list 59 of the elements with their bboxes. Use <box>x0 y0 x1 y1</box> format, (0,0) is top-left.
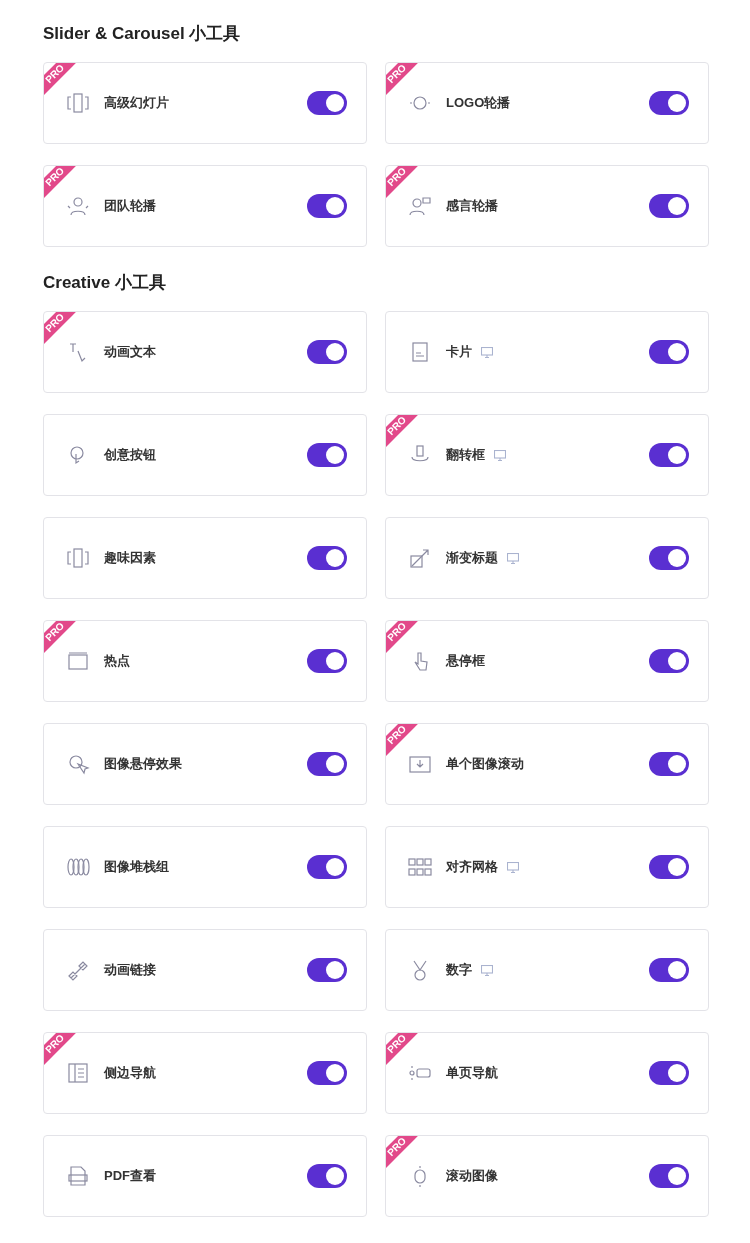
widget-label: 创意按钮 <box>104 446 156 464</box>
widget-label: 单个图像滚动 <box>446 755 524 773</box>
widget-label: 团队轮播 <box>104 197 156 215</box>
grid-icon <box>408 856 432 878</box>
ovals-icon <box>66 856 90 878</box>
toggle-switch[interactable] <box>649 340 689 364</box>
toggle-switch[interactable] <box>307 443 347 467</box>
sidebar-icon <box>66 1062 90 1084</box>
toggle-switch[interactable] <box>307 546 347 570</box>
toggle-switch[interactable] <box>307 194 347 218</box>
widget-label: PDF查看 <box>104 1167 156 1185</box>
toggle-switch[interactable] <box>649 752 689 776</box>
toggle-switch[interactable] <box>307 91 347 115</box>
toggle-switch[interactable] <box>649 91 689 115</box>
toggle-switch[interactable] <box>649 194 689 218</box>
toggle-switch[interactable] <box>307 1061 347 1085</box>
screen-icon <box>66 650 90 672</box>
pdf-file-icon <box>66 1165 90 1187</box>
widget-label: 悬停框 <box>446 652 485 670</box>
widget-label: 对齐网格 <box>446 858 498 876</box>
toggle-switch[interactable] <box>649 443 689 467</box>
section-title: Creative 小工具 <box>43 272 167 294</box>
link-icon <box>66 959 90 981</box>
widget-label: 动画链接 <box>104 961 156 979</box>
person-icon <box>66 195 90 217</box>
person-speech-icon <box>408 195 432 217</box>
toggle-switch[interactable] <box>307 649 347 673</box>
toggle-switch[interactable] <box>649 649 689 673</box>
toggle-switch[interactable] <box>649 1164 689 1188</box>
cursor-icon <box>66 753 90 775</box>
widget-label: 卡片 <box>446 343 472 361</box>
section-title: Slider & Carousel 小工具 <box>43 23 242 45</box>
widget-label: LOGO轮播 <box>446 94 511 112</box>
widget-label: 高级幻灯片 <box>104 94 169 112</box>
widget-label: 感言轮播 <box>446 197 498 215</box>
widget-label: 图像堆栈组 <box>104 858 169 876</box>
widget-label: 翻转框 <box>446 446 485 464</box>
widget-label: 动画文本 <box>104 343 156 361</box>
widget-label: 图像悬停效果 <box>104 755 182 773</box>
widget-label: 趣味因素 <box>104 549 156 567</box>
toggle-switch[interactable] <box>649 1061 689 1085</box>
toggle-switch[interactable] <box>307 1164 347 1188</box>
toggle-switch[interactable] <box>307 958 347 982</box>
toggle-switch[interactable] <box>649 958 689 982</box>
toggle-switch[interactable] <box>307 752 347 776</box>
image-scroll-icon <box>408 753 432 775</box>
toggle-switch[interactable] <box>307 855 347 879</box>
widget-label: 单页导航 <box>446 1064 498 1082</box>
widget-label: 侧边导航 <box>104 1064 156 1082</box>
toggle-switch[interactable] <box>649 855 689 879</box>
diagonal-arrow-icon <box>408 547 432 569</box>
widget-label: 滚动图像 <box>446 1167 498 1185</box>
widget-label: 热点 <box>104 652 130 670</box>
toggle-switch[interactable] <box>307 340 347 364</box>
slides-icon <box>66 92 90 114</box>
widget-label: 渐变标题 <box>446 549 498 567</box>
toggle-switch[interactable] <box>649 546 689 570</box>
slides-icon <box>66 547 90 569</box>
widget-label: 数字 <box>446 961 472 979</box>
